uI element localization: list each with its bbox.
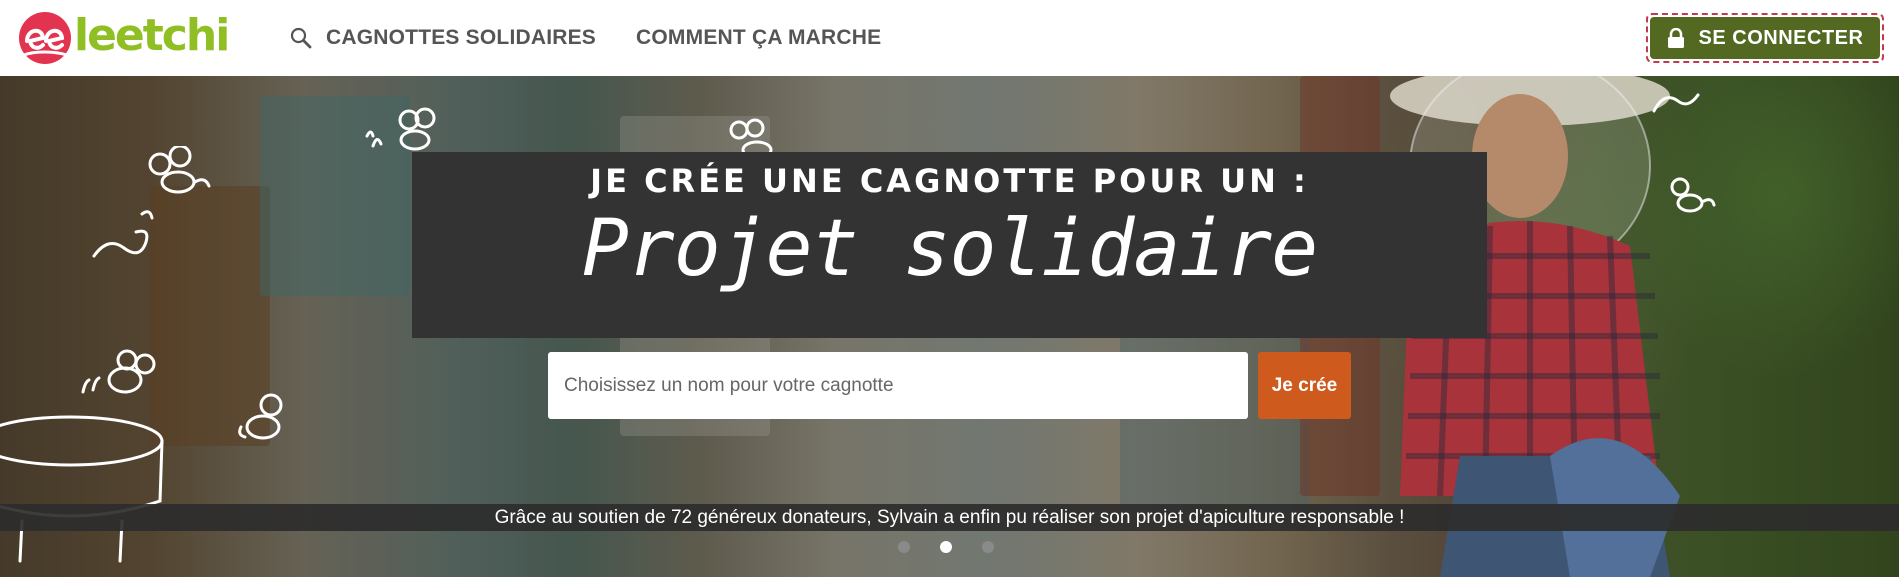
bee-doodle-icon (238, 393, 283, 440)
hero-subtitle: JE CRÉE UNE CAGNOTTE POUR UN : (590, 162, 1309, 200)
lock-icon (1667, 27, 1685, 48)
leetchi-logo[interactable]: leetchi (18, 10, 230, 66)
honey-pot-doodle (0, 415, 164, 563)
nav-item-comment-ca-marche[interactable]: COMMENT ÇA MARCHE (636, 26, 881, 50)
cagnotte-name-input[interactable] (548, 352, 1248, 419)
hero-title-box: JE CRÉE UNE CAGNOTTE POUR UN : Projet so… (412, 152, 1487, 338)
logo-text: leetchi (74, 10, 230, 61)
main-nav: CAGNOTTES SOLIDAIRES COMMENT ÇA MARCHE (290, 0, 921, 76)
nav-item-cagnottes-solidaires[interactable]: CAGNOTTES SOLIDAIRES (290, 26, 596, 50)
bee-doodle-icon (1670, 177, 1716, 213)
carousel-dot-3[interactable] (982, 541, 994, 553)
hero-caption: Grâce au soutien de 72 généreux donateur… (0, 504, 1899, 531)
bee-doodle-icon (81, 349, 156, 394)
site-header: leetchi CAGNOTTES SOLIDAIRES COMMENT ÇA … (0, 0, 1899, 76)
carousel-dots (898, 541, 1024, 553)
login-button-focus-ring: SE CONNECTER (1646, 13, 1884, 63)
login-button-label: SE CONNECTER (1698, 26, 1864, 49)
bee-doodle-icon (92, 210, 154, 258)
hero-banner: JE CRÉE UNE CAGNOTTE POUR UN : Projet so… (0, 76, 1899, 577)
nav-item-label: COMMENT ÇA MARCHE (636, 26, 882, 49)
create-button[interactable]: Je crée (1258, 352, 1351, 419)
bee-doodle-icon (1652, 93, 1700, 113)
logo-mark-icon (18, 11, 73, 66)
nav-item-label: CAGNOTTES SOLIDAIRES (326, 26, 597, 49)
login-button[interactable]: SE CONNECTER (1650, 17, 1880, 59)
search-icon (290, 27, 312, 49)
carousel-dot-2[interactable] (940, 541, 952, 553)
bee-doodle-icon (148, 146, 211, 194)
hero-title: Projet solidaire (581, 204, 1318, 294)
carousel-dot-1[interactable] (898, 541, 910, 553)
